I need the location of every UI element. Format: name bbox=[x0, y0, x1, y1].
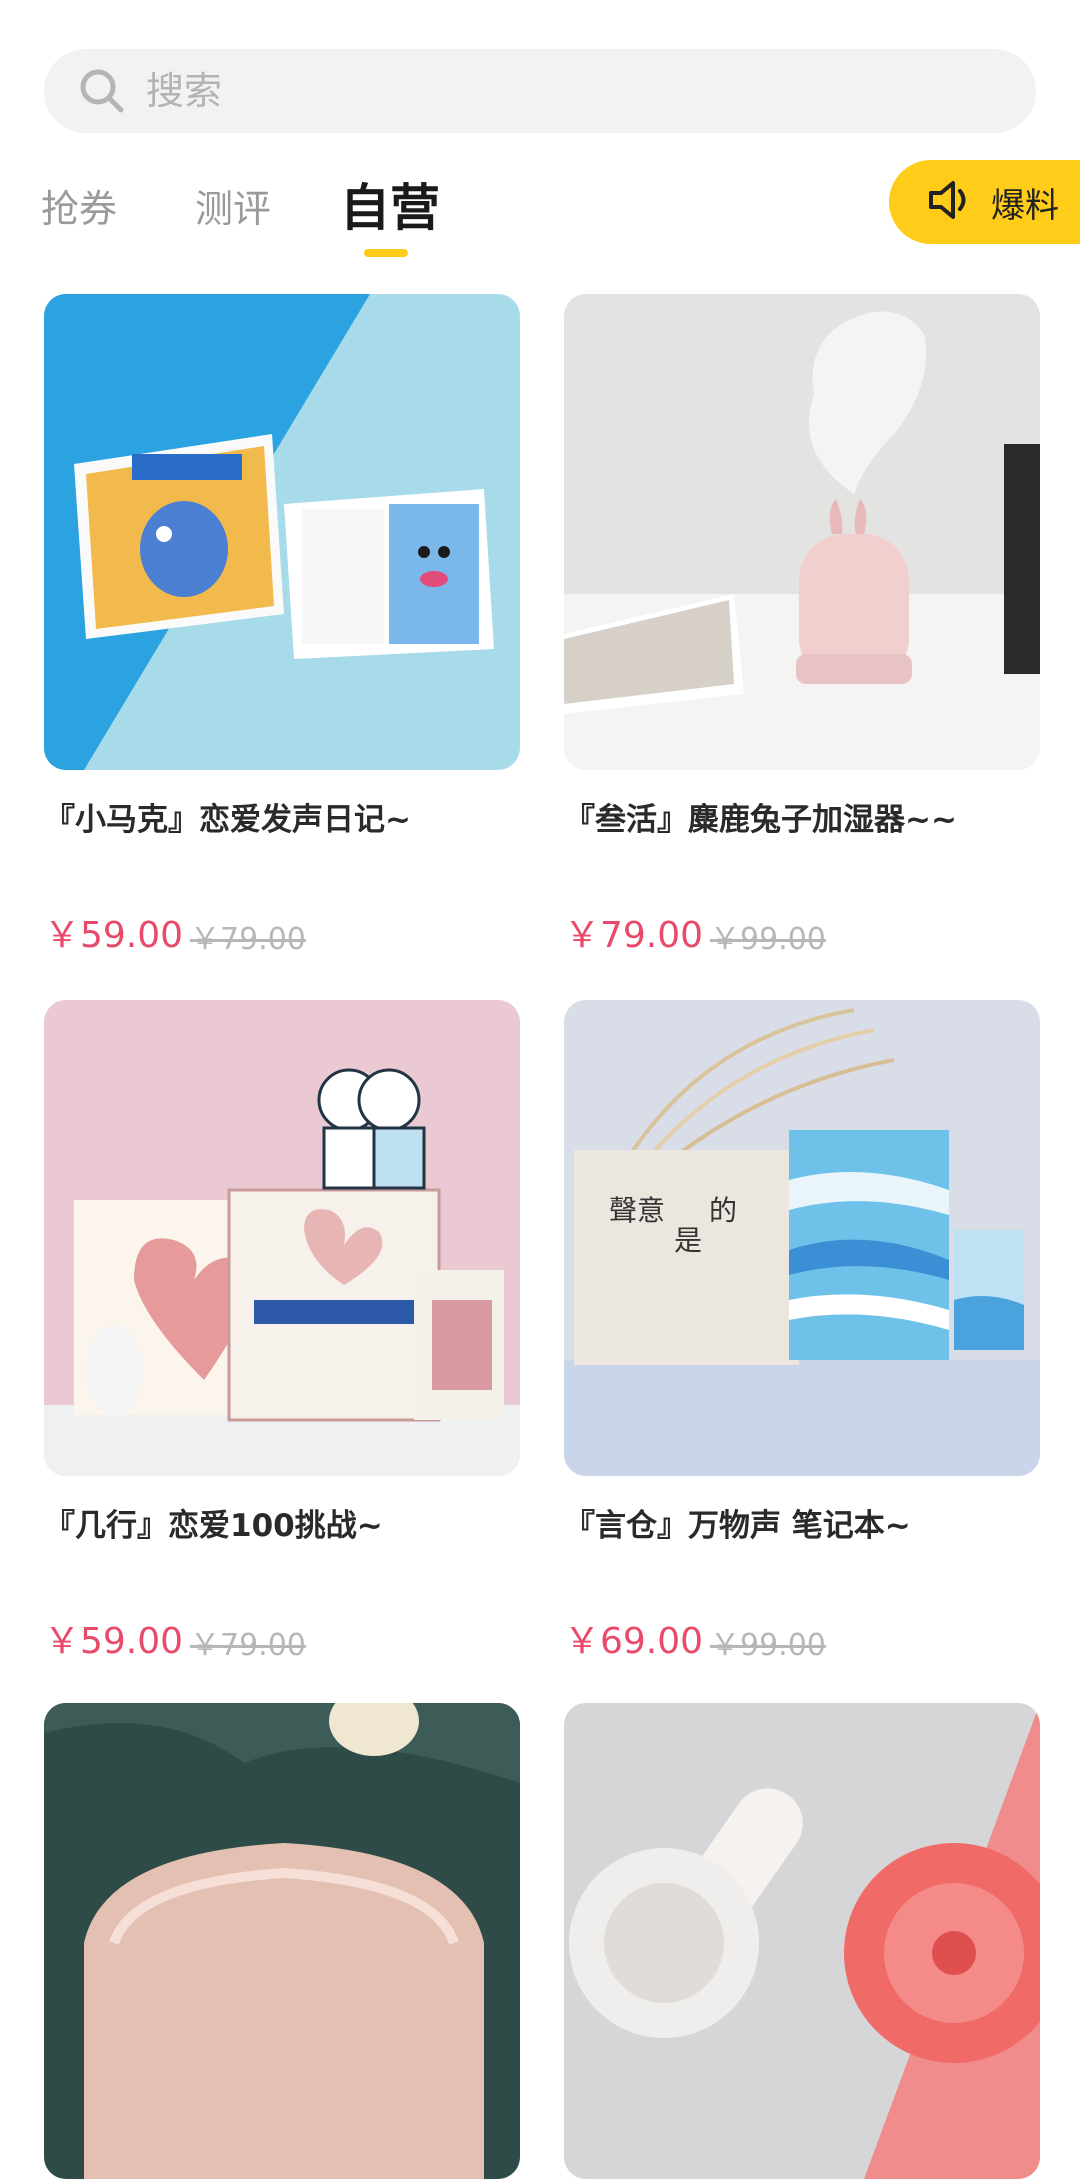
active-tab-indicator bbox=[364, 249, 408, 257]
product-card[interactable] bbox=[44, 1703, 520, 2179]
product-price: ￥59.00 bbox=[44, 1621, 184, 1662]
baoliao-button[interactable]: 爆料 bbox=[889, 160, 1080, 244]
product-image: 聲意 是 的 bbox=[564, 1000, 1040, 1476]
product-card[interactable]: 『几行』恋爱100挑战~ ￥59.00 ￥79.00 bbox=[44, 1000, 520, 1663]
product-card[interactable]: 『叁活』麋鹿兔子加湿器~~ ￥79.00 ￥99.00 bbox=[564, 294, 1040, 957]
svg-text:是: 是 bbox=[674, 1224, 702, 1257]
svg-text:聲意: 聲意 bbox=[609, 1194, 665, 1227]
search-icon bbox=[74, 63, 130, 119]
search-bar[interactable] bbox=[44, 49, 1036, 133]
svg-text:的: 的 bbox=[709, 1194, 737, 1227]
tab-ziying[interactable]: 自营 bbox=[340, 168, 440, 240]
product-card[interactable]: 『小马克』恋爱发声日记~ ￥59.00 ￥79.00 bbox=[44, 294, 520, 957]
product-title: 『言仓』万物声 笔记本~ bbox=[564, 1508, 911, 1544]
product-image bbox=[44, 1703, 520, 2179]
product-image bbox=[44, 294, 520, 770]
product-price: ￥79.00 bbox=[564, 915, 704, 956]
baoliao-label: 爆料 bbox=[991, 185, 1059, 226]
speaker-icon bbox=[927, 179, 975, 225]
product-card[interactable] bbox=[564, 1703, 1040, 2179]
product-card[interactable]: 聲意 是 的 『言仓』万物声 笔记本~ ￥69.00 ￥99.00 bbox=[564, 1000, 1040, 1663]
product-image bbox=[564, 1703, 1040, 2179]
product-title: 『小马克』恋爱发声日记~ bbox=[44, 802, 411, 838]
product-old-price: ￥99.00 bbox=[710, 1628, 826, 1663]
tab-qiangquan[interactable]: 抢券 bbox=[41, 178, 117, 233]
product-old-price: ￥99.00 bbox=[710, 922, 826, 957]
tab-ceping[interactable]: 测评 bbox=[195, 178, 271, 233]
product-price: ￥69.00 bbox=[564, 1621, 704, 1662]
product-image bbox=[564, 294, 1040, 770]
product-title: 『几行』恋爱100挑战~ bbox=[44, 1508, 383, 1544]
product-title: 『叁活』麋鹿兔子加湿器~~ bbox=[564, 802, 957, 838]
product-image bbox=[44, 1000, 520, 1476]
product-price: ￥59.00 bbox=[44, 915, 184, 956]
product-old-price: ￥79.00 bbox=[190, 1628, 306, 1663]
product-old-price: ￥79.00 bbox=[190, 922, 306, 957]
search-input[interactable] bbox=[144, 68, 948, 114]
